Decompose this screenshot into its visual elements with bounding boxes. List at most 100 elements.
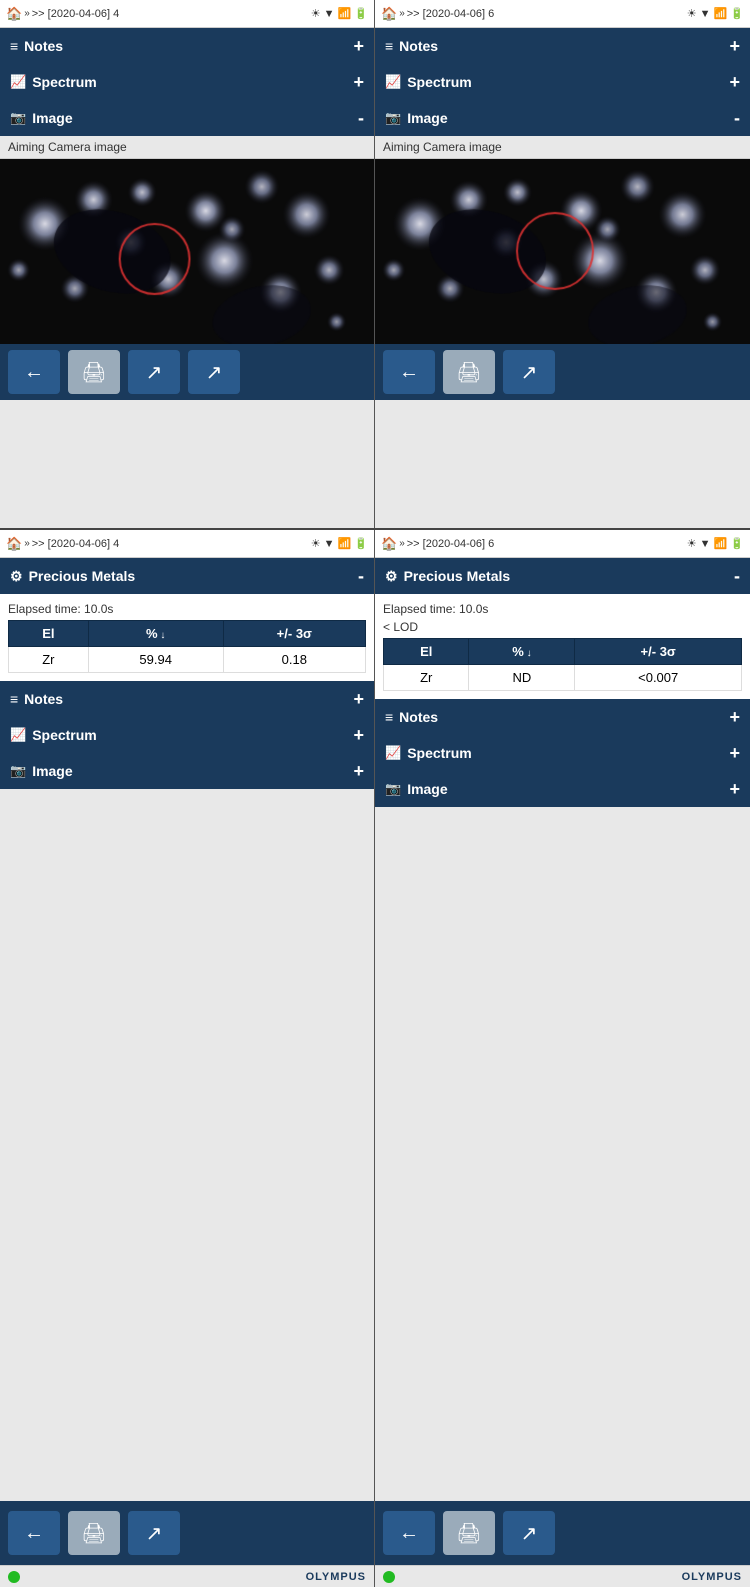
spectrum-label-tr: Spectrum: [407, 74, 472, 90]
image-header-tl[interactable]: 📷 Image -: [0, 100, 374, 136]
spectrum-header-bl[interactable]: 📈 Spectrum +: [0, 717, 374, 753]
table-row-bl: Zr 59.94 0.18: [9, 647, 366, 673]
expand1-button-tl[interactable]: ↗: [128, 350, 180, 394]
metals-header-br[interactable]: ⚙ Precious Metals -: [375, 558, 750, 594]
spectrum-expand-tl[interactable]: +: [353, 72, 364, 93]
status-dot-bl: [8, 1571, 20, 1583]
spectrum-expand-tr[interactable]: +: [729, 72, 740, 93]
notes-header-bl[interactable]: ≡ Notes +: [0, 681, 374, 717]
metals-expand-br[interactable]: -: [734, 566, 740, 587]
spectrum-header-tl[interactable]: 📈 Spectrum +: [0, 64, 374, 100]
image-icon-tl: 📷: [10, 110, 26, 126]
notes-label-br: Notes: [399, 709, 438, 725]
data-table-br: El % +/- 3σ Zr ND <0.007: [383, 638, 742, 691]
expand2-button-tl[interactable]: ↗: [188, 350, 240, 394]
col-sigma-br: +/- 3σ: [575, 639, 742, 665]
notes-icon-tr: ≡: [385, 38, 393, 54]
breadcrumb-tl: >> [2020-04-06] 4: [32, 8, 311, 20]
chevron-icon-bl: »: [24, 538, 30, 549]
camera-label-tl: Aiming Camera image: [0, 136, 374, 159]
back-button-br[interactable]: ←: [383, 1511, 435, 1555]
notes-label-tl: Notes: [24, 38, 63, 54]
camera-label-tr: Aiming Camera image: [375, 136, 750, 159]
status-bar-br: 🏠 » >> [2020-04-06] 6 ☀ ▼ 📶 🔋: [375, 530, 750, 558]
spectrum-icon-tl: 📈: [10, 74, 26, 90]
bottom-left-panel: 🏠 » >> [2020-04-06] 4 ☀ ▼ 📶 🔋 ⚙ Precious…: [0, 530, 375, 1587]
notes-header-tr[interactable]: ≡ Notes +: [375, 28, 750, 64]
action-bar-bl: ← 🖨 ↗: [0, 1501, 374, 1565]
notes-expand-br[interactable]: +: [729, 707, 740, 728]
spectrum-expand-bl[interactable]: +: [353, 725, 364, 746]
status-icons-tr: ☀ ▼ 📶 🔋: [687, 7, 744, 20]
status-icons-bl: ☀ ▼ 📶 🔋: [311, 537, 368, 550]
notes-header-br[interactable]: ≡ Notes +: [375, 699, 750, 735]
notes-expand-bl[interactable]: +: [353, 689, 364, 710]
image-header-tr[interactable]: 📷 Image -: [375, 100, 750, 136]
expand1-button-br[interactable]: ↗: [503, 1511, 555, 1555]
notes-label-tr: Notes: [399, 38, 438, 54]
notes-icon-tl: ≡: [10, 38, 18, 54]
home-icon-tr: 🏠: [381, 6, 397, 22]
image-header-bl[interactable]: 📷 Image +: [0, 753, 374, 789]
notes-header-tl[interactable]: ≡ Notes +: [0, 28, 374, 64]
camera-image-tr: [375, 159, 750, 344]
print-button-tl[interactable]: 🖨: [68, 350, 120, 394]
metals-expand-bl[interactable]: -: [358, 566, 364, 587]
status-icons-br: ☀ ▼ 📶 🔋: [687, 537, 744, 550]
print-button-br[interactable]: 🖨: [443, 1511, 495, 1555]
lod-br: < LOD: [383, 620, 742, 634]
spectrum-expand-br[interactable]: +: [729, 743, 740, 764]
el-value-br: Zr: [384, 665, 469, 691]
print-button-bl[interactable]: 🖨: [68, 1511, 120, 1555]
el-value-bl: Zr: [9, 647, 89, 673]
spacer-br: [375, 807, 750, 1501]
metals-body-bl: Elapsed time: 10.0s El % +/- 3σ Zr 59.94: [0, 594, 374, 681]
spectrum-header-br[interactable]: 📈 Spectrum +: [375, 735, 750, 771]
action-bar-tl: ← 🖨 ↗ ↗: [0, 344, 374, 400]
home-icon-bl: 🏠: [6, 536, 22, 552]
brand-bl: OLYMPUS: [306, 1571, 366, 1583]
home-icon-br: 🏠: [381, 536, 397, 552]
image-icon-tr: 📷: [385, 110, 401, 126]
status-bar-tr: 🏠 » >> [2020-04-06] 6 ☀ ▼ 📶 🔋: [375, 0, 750, 28]
notes-icon-bl: ≡: [10, 691, 18, 707]
spectrum-header-tr[interactable]: 📈 Spectrum +: [375, 64, 750, 100]
col-pct-br[interactable]: %: [469, 639, 575, 665]
image-icon-br: 📷: [385, 781, 401, 797]
image-label-tl: Image: [32, 110, 72, 126]
metals-icon-bl: ⚙: [10, 568, 23, 585]
image-expand-bl[interactable]: +: [353, 761, 364, 782]
image-body-tl: Aiming Camera image: [0, 136, 374, 344]
expand1-button-bl[interactable]: ↗: [128, 1511, 180, 1555]
table-row-br: Zr ND <0.007: [384, 665, 742, 691]
image-expand-tl[interactable]: -: [358, 108, 364, 129]
image-expand-tr[interactable]: -: [734, 108, 740, 129]
spacer-bl: [0, 789, 374, 1501]
image-header-br[interactable]: 📷 Image +: [375, 771, 750, 807]
status-bar-bl: 🏠 » >> [2020-04-06] 4 ☀ ▼ 📶 🔋: [0, 530, 374, 558]
col-el-br: El: [384, 639, 469, 665]
metals-header-bl[interactable]: ⚙ Precious Metals -: [0, 558, 374, 594]
breadcrumb-tr: >> [2020-04-06] 6: [407, 8, 687, 20]
image-expand-br[interactable]: +: [729, 779, 740, 800]
notes-label-bl: Notes: [24, 691, 63, 707]
bottom-right-panel: 🏠 » >> [2020-04-06] 6 ☀ ▼ 📶 🔋 ⚙ Precious…: [375, 530, 750, 1587]
back-button-tl[interactable]: ←: [8, 350, 60, 394]
status-bar-tl: 🏠 » >> [2020-04-06] 4 ☀ ▼ 📶 🔋: [0, 0, 374, 28]
print-button-tr[interactable]: 🖨: [443, 350, 495, 394]
data-table-bl: El % +/- 3σ Zr 59.94 0.18: [8, 620, 366, 673]
sigma-value-bl: 0.18: [223, 647, 365, 673]
metals-label-br: Precious Metals: [404, 568, 511, 584]
notes-expand-tr[interactable]: +: [729, 36, 740, 57]
spectrum-icon-tr: 📈: [385, 74, 401, 90]
col-pct-bl[interactable]: %: [88, 621, 223, 647]
back-button-bl[interactable]: ←: [8, 1511, 60, 1555]
metals-label-bl: Precious Metals: [29, 568, 136, 584]
spectrum-label-br: Spectrum: [407, 745, 472, 761]
image-icon-bl: 📷: [10, 763, 26, 779]
expand1-button-tr[interactable]: ↗: [503, 350, 555, 394]
metals-icon-br: ⚙: [385, 568, 398, 585]
home-icon: 🏠: [6, 6, 22, 22]
notes-expand-tl[interactable]: +: [353, 36, 364, 57]
back-button-tr[interactable]: ←: [383, 350, 435, 394]
